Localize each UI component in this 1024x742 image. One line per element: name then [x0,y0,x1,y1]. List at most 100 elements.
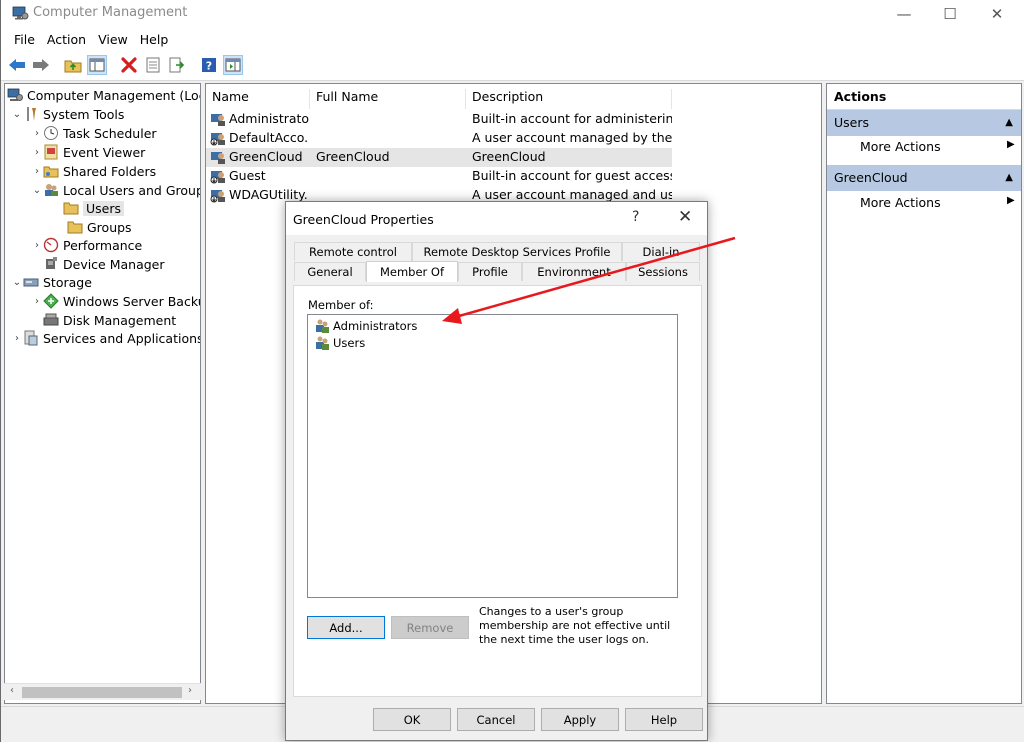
tree-label: Local Users and Groups [63,182,201,198]
tree-item-event-viewer[interactable]: › Event Viewer [31,143,145,161]
cancel-button[interactable]: Cancel [457,708,535,731]
tree-item-disk-management[interactable]: Disk Management [43,311,176,329]
section-label: Users [834,115,870,130]
export-list-icon[interactable] [167,55,187,75]
tree-item-storage[interactable]: ⌄ Storage [11,273,92,291]
show-hide-action-pane-icon[interactable] [223,55,243,75]
back-icon[interactable] [7,55,27,75]
tree-item-system-tools[interactable]: ⌄ System Tools [11,105,125,123]
tree-item-windows-server-backup[interactable]: › Windows Server Backup [31,292,200,310]
tree-item-services-apps[interactable]: › Services and Applications [11,329,201,347]
title-bar: Computer Management — ☐ ✕ [1,0,1024,28]
tab-member-of[interactable]: Member Of [366,261,458,282]
help-button[interactable]: Help [625,708,703,731]
column-name[interactable]: Name [206,89,310,109]
tab-remote-control[interactable]: Remote control [294,242,412,261]
cell-name: Guest [229,168,266,183]
add-button[interactable]: Add... [307,616,385,639]
chevron-down-icon[interactable]: ⌄ [11,277,23,288]
user-properties-dialog: GreenCloud Properties ? ✕ Remote control… [285,201,708,741]
cell-description: A user account managed by the sy... [472,130,672,145]
tab-dial-in[interactable]: Dial-in [622,242,700,261]
member-of-list[interactable]: Administrators Users [307,314,678,598]
close-button[interactable]: ✕ [974,0,1020,28]
device-manager-icon [46,257,57,269]
tree-item-computer-management[interactable]: Computer Management (Local) [7,86,200,104]
tree-item-task-scheduler[interactable]: › Task Scheduler [31,124,157,142]
collapse-icon[interactable]: ▲ [1005,172,1013,183]
more-actions-users[interactable]: More Actions ▶ [860,139,1015,154]
shared-folder-icon [43,166,59,178]
tree-item-local-users-groups[interactable]: ⌄ Local Users and Groups [31,181,201,199]
menu-bar: File Action View Help [1,28,1024,51]
tree-label: Services and Applications [43,330,201,346]
tab-sessions[interactable]: Sessions [626,262,700,281]
maximize-button[interactable]: ☐ [927,0,973,28]
folder-icon [63,202,79,215]
minimize-button[interactable]: — [881,0,927,28]
dialog-help-button[interactable]: ? [632,209,639,225]
tree-label: Event Viewer [63,144,146,160]
delete-icon[interactable] [119,55,139,75]
menu-action[interactable]: Action [41,32,92,47]
tree-item-groups[interactable]: Groups [67,218,132,236]
tab-environment[interactable]: Environment [522,262,626,281]
menu-help[interactable]: Help [134,32,175,47]
actions-pane: Actions Users ▲ More Actions ▶ GreenClou… [826,83,1022,704]
chevron-right-icon[interactable]: › [31,128,43,139]
table-row[interactable]: GreenCloud GreenCloud GreenCloud [206,148,672,167]
actions-section-users[interactable]: Users ▲ [827,110,1021,136]
help-icon[interactable]: ? [199,55,219,75]
up-folder-icon[interactable] [63,55,83,75]
show-hide-console-tree-icon[interactable] [87,55,107,75]
dialog-title: GreenCloud Properties [293,212,434,227]
tab-profile[interactable]: Profile [458,262,522,281]
tree-item-device-manager[interactable]: Device Manager [43,255,165,273]
event-viewer-icon [44,144,58,160]
properties-icon[interactable] [143,55,163,75]
table-row[interactable]: Guest Built-in account for guest access … [206,167,672,186]
cell-name: WDAGUtility... [229,187,309,202]
scroll-right-icon[interactable]: › [188,685,192,696]
tree-item-users[interactable]: Users [63,198,125,218]
cell-full-name: GreenCloud [316,149,390,164]
tree-item-shared-folders[interactable]: › Shared Folders [31,162,156,180]
chevron-down-icon[interactable]: ⌄ [11,109,23,120]
list-item[interactable]: Users [314,334,365,351]
system-tools-icon [27,107,36,121]
collapse-icon[interactable]: ▲ [1005,117,1013,128]
chevron-right-icon[interactable]: › [31,296,43,307]
chevron-right-icon[interactable]: › [31,147,43,158]
chevron-right-icon[interactable]: › [31,166,43,177]
console-tree: Computer Management (Local) ⌄ System Too… [4,83,201,704]
table-row[interactable]: DefaultAcco... A user account managed by… [206,129,672,148]
disabled-user-icon [210,133,225,146]
tree-item-performance[interactable]: › Performance [31,236,142,254]
scrollbar-thumb[interactable] [22,687,182,698]
tree-horizontal-scrollbar[interactable]: ‹ › [4,683,201,700]
column-description[interactable]: Description [466,89,672,109]
chevron-right-icon[interactable]: › [31,240,43,251]
tab-general[interactable]: General [294,262,366,281]
submenu-arrow-icon: ▶ [1007,139,1015,150]
chevron-down-icon[interactable]: ⌄ [31,185,43,196]
tree-label: System Tools [43,106,125,122]
more-actions-greencloud[interactable]: More Actions ▶ [860,195,1015,210]
ok-button[interactable]: OK [373,708,451,731]
menu-file[interactable]: File [8,32,41,47]
actions-section-greencloud[interactable]: GreenCloud ▲ [827,165,1021,191]
dialog-title-bar: GreenCloud Properties ? ✕ [286,202,707,235]
svg-text:?: ? [206,60,212,73]
column-full-name[interactable]: Full Name [310,89,466,109]
scroll-left-icon[interactable]: ‹ [10,685,14,696]
forward-icon[interactable] [31,55,51,75]
table-row[interactable]: Administrator Built-in account for admin… [206,110,672,129]
menu-view[interactable]: View [92,32,134,47]
list-item[interactable]: Administrators [314,317,417,334]
dialog-close-icon[interactable]: ✕ [678,207,692,227]
chevron-right-icon[interactable]: › [11,333,23,344]
apply-button[interactable]: Apply [541,708,619,731]
backup-icon [43,293,59,309]
remove-button[interactable]: Remove [391,616,469,639]
tab-remote-desktop-profile[interactable]: Remote Desktop Services Profile [412,242,622,261]
